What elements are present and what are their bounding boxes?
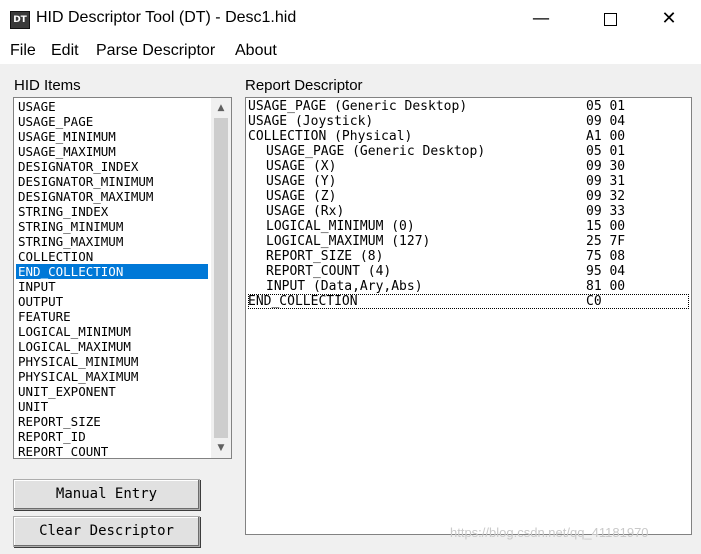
- report-descriptor-box[interactable]: USAGE_PAGE (Generic Desktop) 05 01 USAGE (…: [245, 97, 692, 535]
- list-item[interactable]: REPORT_COUNT (4) 95 04: [248, 264, 689, 279]
- list-item[interactable]: LOGICAL_MAXIMUM (127) 25 7F: [248, 234, 689, 249]
- hid-items-scrollbar[interactable]: ▲ ▼: [211, 98, 231, 458]
- list-item[interactable]: USAGE (Rx) 09 33: [248, 204, 689, 219]
- list-item[interactable]: USAGE_MINIMUM: [16, 129, 116, 144]
- list-item[interactable]: UNIT_EXPONENT: [16, 384, 116, 399]
- report-item-code: 05 01: [586, 99, 626, 114]
- list-item[interactable]: REPORT_SIZE: [16, 414, 101, 429]
- menu-edit[interactable]: Edit: [51, 42, 79, 60]
- list-item[interactable]: USAGE_PAGE: [16, 114, 93, 129]
- list-item[interactable]: OUTPUT: [16, 294, 63, 309]
- report-item-text: USAGE (Joystick): [248, 114, 374, 129]
- report-item-code: 15 00: [586, 219, 626, 234]
- report-item-code: 25 7F: [586, 234, 626, 249]
- list-item[interactable]: USAGE (Z) 09 32: [248, 189, 689, 204]
- list-item[interactable]: LOGICAL_MAXIMUM: [16, 339, 131, 354]
- list-item[interactable]: LOGICAL_MINIMUM (0) 15 00: [248, 219, 689, 234]
- list-item[interactable]: COLLECTION: [16, 249, 93, 264]
- list-item[interactable]: USAGE_PAGE (Generic Desktop) 05 01: [248, 144, 689, 159]
- hid-items-list[interactable]: USAGE USAGE_PAGE USAGE_MINIMUM USAGE_MAXIMU…: [13, 97, 232, 459]
- maximize-button[interactable]: [587, 0, 633, 38]
- maximize-icon: [603, 12, 617, 26]
- report-item-code: C0: [586, 294, 602, 309]
- list-item[interactable]: DESIGNATOR_MAXIMUM: [16, 189, 153, 204]
- minimize-button[interactable]: —: [518, 0, 564, 38]
- scroll-thumb[interactable]: [214, 118, 228, 438]
- list-item[interactable]: END_COLLECTION: [16, 264, 208, 279]
- window-title: HID Descriptor Tool (DT) - Desc1.hid: [36, 9, 297, 26]
- list-item[interactable]: STRING_INDEX: [16, 204, 108, 219]
- report-item-code: 09 33: [586, 204, 626, 219]
- list-item[interactable]: END_COLLECTION C0: [248, 294, 689, 309]
- list-item[interactable]: USAGE (Joystick) 09 04: [248, 114, 689, 129]
- report-item-text: COLLECTION (Physical): [248, 129, 413, 144]
- report-item-text: USAGE_PAGE (Generic Desktop): [266, 144, 486, 159]
- menu-bar: File Edit Parse Descriptor About: [0, 38, 701, 64]
- list-item[interactable]: STRING_MAXIMUM: [16, 234, 123, 249]
- report-descriptor-label: Report Descriptor: [245, 77, 363, 94]
- report-item-code: 09 30: [586, 159, 626, 174]
- list-item[interactable]: STRING_MINIMUM: [16, 219, 123, 234]
- report-item-text: LOGICAL_MAXIMUM (127): [266, 234, 431, 249]
- report-item-text: INPUT (Data,Ary,Abs): [266, 279, 423, 294]
- report-item-code: 09 32: [586, 189, 626, 204]
- hid-items-label: HID Items: [14, 77, 81, 94]
- report-item-code: 95 04: [586, 264, 626, 279]
- report-item-text: REPORT_SIZE (8): [266, 249, 384, 264]
- clear-descriptor-button[interactable]: Clear Descriptor: [13, 516, 200, 547]
- report-item-text: USAGE (Z): [266, 189, 337, 204]
- list-item[interactable]: DESIGNATOR_INDEX: [16, 159, 138, 174]
- list-item[interactable]: USAGE_PAGE (Generic Desktop) 05 01: [248, 99, 689, 114]
- title-bar[interactable]: DT HID Descriptor Tool (DT) - Desc1.hid …: [0, 0, 701, 38]
- list-item[interactable]: REPORT_COUNT: [16, 444, 108, 458]
- report-item-code: 09 31: [586, 174, 626, 189]
- report-item-code: 75 08: [586, 249, 626, 264]
- scroll-up-icon[interactable]: ▲: [211, 99, 231, 117]
- menu-file[interactable]: File: [10, 42, 36, 60]
- report-item-code: 09 04: [586, 114, 626, 129]
- manual-entry-button[interactable]: Manual Entry: [13, 479, 200, 510]
- list-item[interactable]: PHYSICAL_MAXIMUM: [16, 369, 138, 384]
- list-item[interactable]: INPUT: [16, 279, 56, 294]
- list-item[interactable]: REPORT_ID: [16, 429, 86, 444]
- list-item[interactable]: REPORT_SIZE (8) 75 08: [248, 249, 689, 264]
- list-item[interactable]: DESIGNATOR_MINIMUM: [16, 174, 153, 189]
- report-item-text: END_COLLECTION: [248, 294, 358, 309]
- report-item-text: USAGE (Rx): [266, 204, 345, 219]
- list-item[interactable]: INPUT (Data,Ary,Abs) 81 00: [248, 279, 689, 294]
- report-item-text: REPORT_COUNT (4): [266, 264, 392, 279]
- list-item[interactable]: USAGE (Y) 09 31: [248, 174, 689, 189]
- list-item[interactable]: LOGICAL_MINIMUM: [16, 324, 131, 339]
- app-icon[interactable]: DT: [10, 11, 30, 29]
- list-item[interactable]: USAGE: [16, 99, 56, 114]
- list-item[interactable]: PHYSICAL_MINIMUM: [16, 354, 138, 369]
- list-item[interactable]: FEATURE: [16, 309, 71, 324]
- report-item-text: LOGICAL_MINIMUM (0): [266, 219, 415, 234]
- report-item-text: USAGE (X): [266, 159, 337, 174]
- close-button[interactable]: ✕: [646, 0, 692, 38]
- report-item-code: 81 00: [586, 279, 626, 294]
- list-item[interactable]: USAGE (X) 09 30: [248, 159, 689, 174]
- report-item-text: USAGE_PAGE (Generic Desktop): [248, 99, 468, 114]
- report-item-text: USAGE (Y): [266, 174, 337, 189]
- list-item[interactable]: USAGE_MAXIMUM: [16, 144, 116, 159]
- menu-about[interactable]: About: [235, 42, 277, 60]
- report-item-code: 05 01: [586, 144, 626, 159]
- report-item-code: A1 00: [586, 129, 626, 144]
- list-item[interactable]: COLLECTION (Physical) A1 00: [248, 129, 689, 144]
- menu-parse-descriptor[interactable]: Parse Descriptor: [96, 42, 215, 60]
- watermark: https://blog.csdn.net/qq_41181970: [450, 525, 649, 540]
- scroll-down-icon[interactable]: ▼: [211, 439, 231, 457]
- list-item[interactable]: UNIT: [16, 399, 48, 414]
